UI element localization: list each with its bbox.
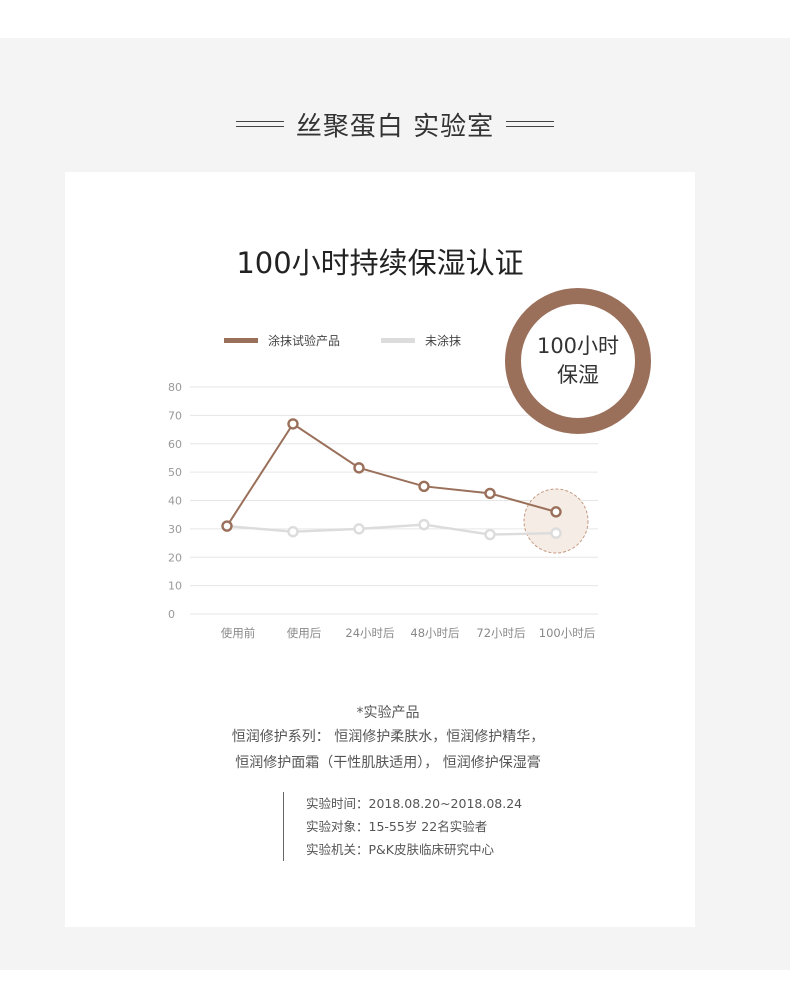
y-tick-label-50: 50 [168, 466, 182, 479]
info-subjects: 实验对象：15-55岁 22名实验者 [306, 819, 488, 834]
series-1-point-1 [287, 526, 299, 538]
product-heading: *实验产品 [356, 705, 420, 721]
x-tick-label-1: 使用后 [287, 626, 322, 640]
series-line-1 [226, 523, 557, 536]
y-tick-label-80: 80 [168, 381, 182, 394]
highlight-circle [523, 488, 589, 554]
series-1-point-4 [484, 528, 496, 541]
x-tick-label-0: 使用前 [221, 626, 256, 640]
y-tick-label-40: 40 [168, 495, 182, 508]
x-tick-label-5: 100小时后 [539, 626, 595, 640]
y-tick-label-0: 0 [168, 608, 175, 621]
y-tick-label-60: 60 [168, 438, 182, 451]
series-0-point-5 [550, 506, 562, 518]
y-tick-label-10: 10 [168, 580, 182, 593]
series-1-point-3 [418, 518, 430, 531]
series-0-point-3 [418, 480, 430, 493]
info-time: 实验时间：2018.08.20~2018.08.24 [306, 796, 523, 811]
series-0-point-2 [353, 462, 365, 474]
y-tick-label-20: 20 [168, 551, 182, 564]
series-line-0 [226, 422, 557, 527]
badge-100h: 100小时 保湿 [505, 288, 651, 434]
series-0-point-1 [287, 418, 299, 430]
x-tick-label-3: 48小时后 [410, 626, 459, 640]
info-org: 实验机关：P&K皮肤临床研究中心 [306, 842, 494, 857]
x-tick-label-4: 72小时后 [476, 626, 525, 640]
series-0-point-0 [221, 520, 233, 532]
x-tick-label-2: 24小时后 [345, 626, 394, 640]
badge-line1: 100小时 [536, 334, 620, 358]
y-tick-label-30: 30 [168, 523, 182, 536]
product-line-2: 恒润修护面霜（干性肌肤适用）， 恒润修护保湿膏 [235, 755, 541, 771]
y-tick-label-70: 70 [168, 409, 182, 422]
experiment-info: 实验时间：2018.08.20~2018.08.24 实验对象：15-55岁 2… [283, 792, 522, 861]
series-1-point-5 [550, 527, 562, 539]
series-0-point-4 [484, 487, 496, 500]
series-1-point-2 [353, 523, 365, 535]
badge-line2: 保湿 [557, 363, 599, 387]
product-line-1: 恒润修护系列： 恒润修护柔肤水，恒润修护精华， [231, 729, 545, 745]
